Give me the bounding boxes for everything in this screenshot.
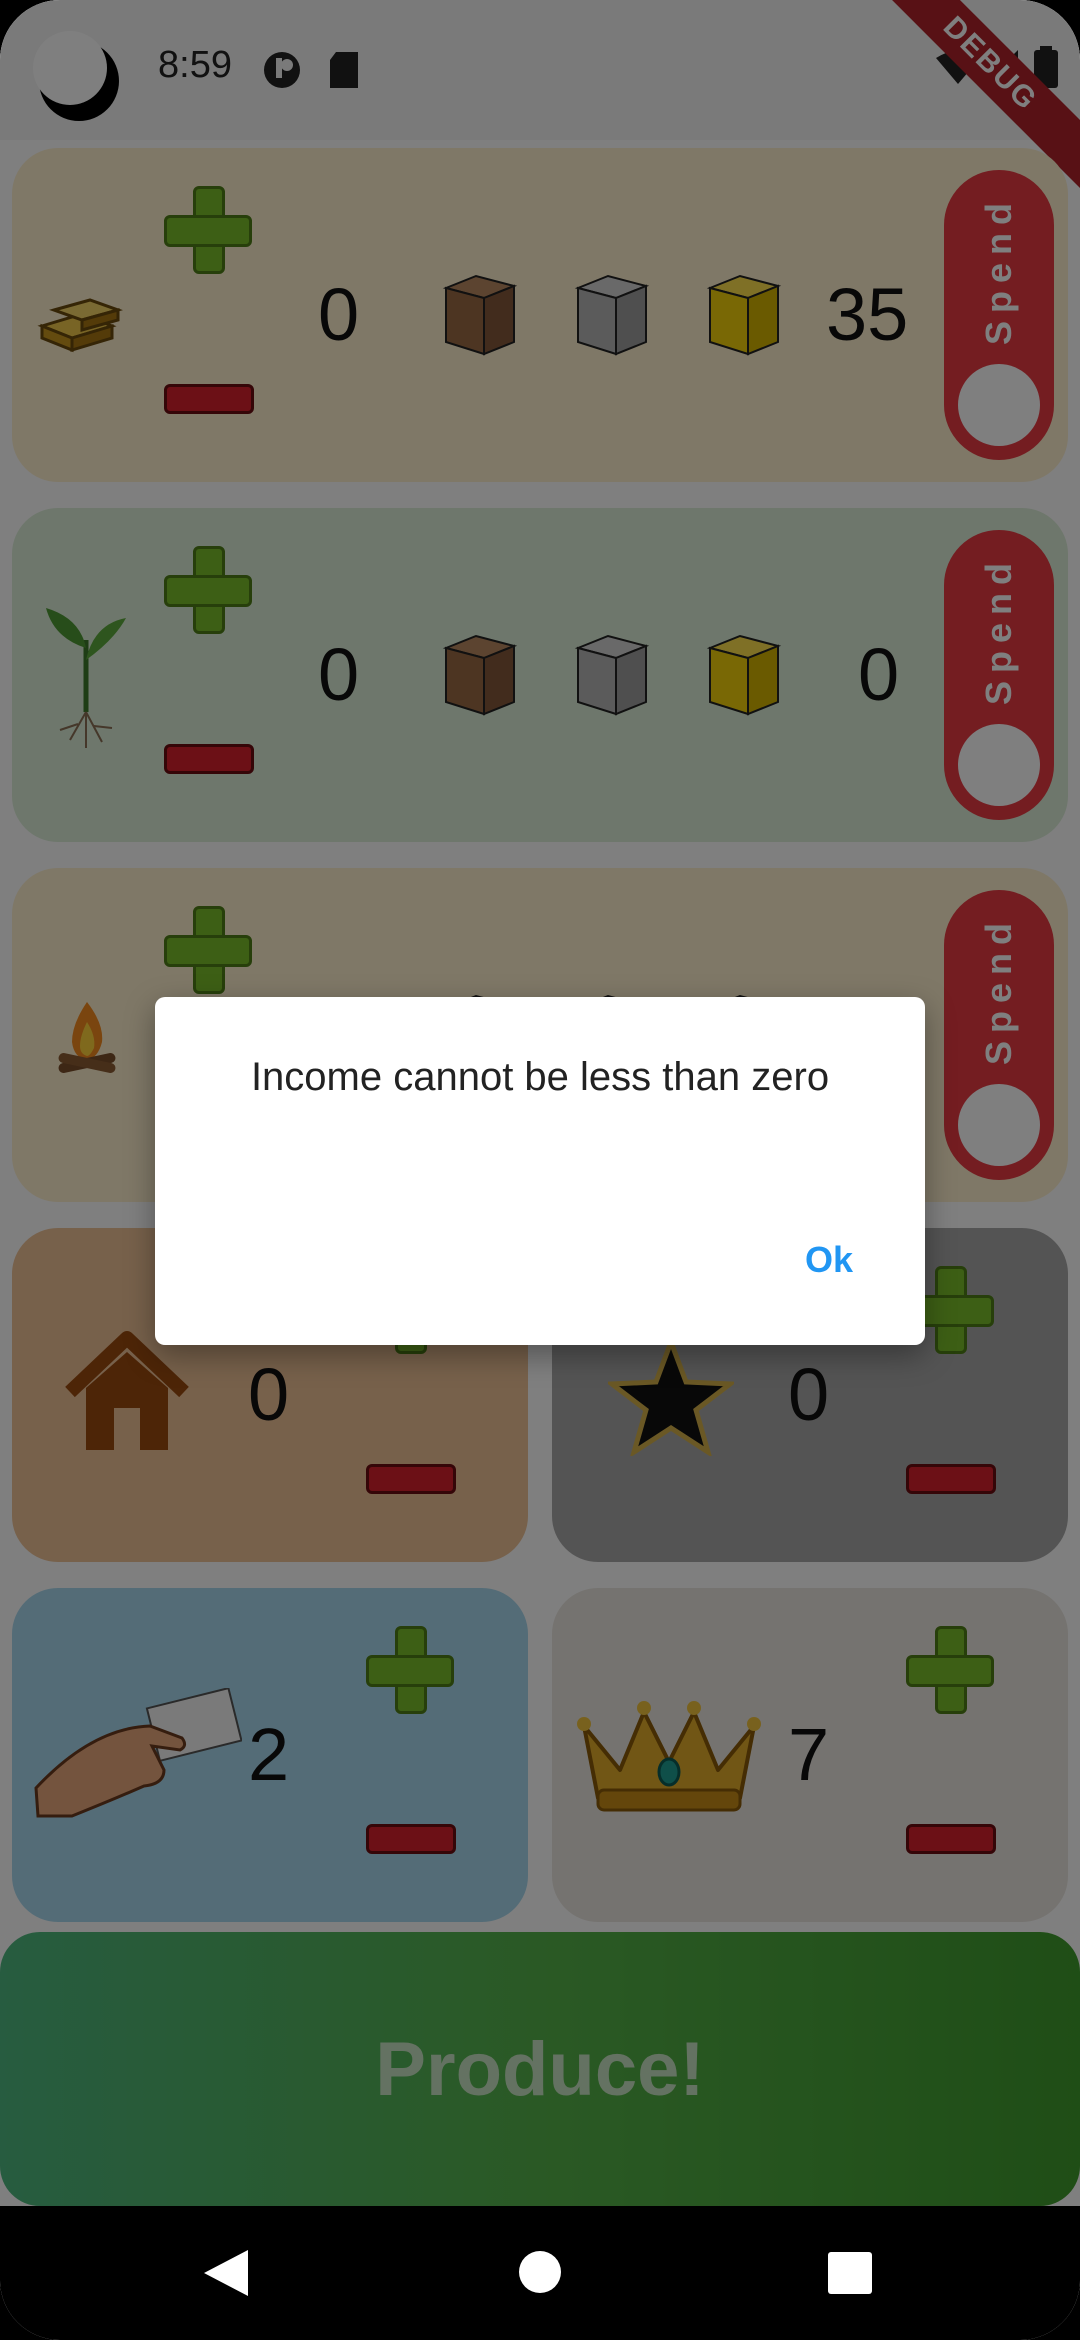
home-icon[interactable] xyxy=(518,2250,562,2294)
dialog-message: Income cannot be less than zero xyxy=(250,1055,830,1099)
recents-icon[interactable] xyxy=(828,2252,872,2294)
alert-dialog: Income cannot be less than zero Ok xyxy=(155,997,925,1345)
back-icon[interactable] xyxy=(204,2250,248,2296)
navigation-bar xyxy=(0,2206,1080,2340)
app-screen: 8:59 DEBUG 0 xyxy=(0,0,1080,2340)
ok-button[interactable]: Ok xyxy=(795,1229,863,1291)
